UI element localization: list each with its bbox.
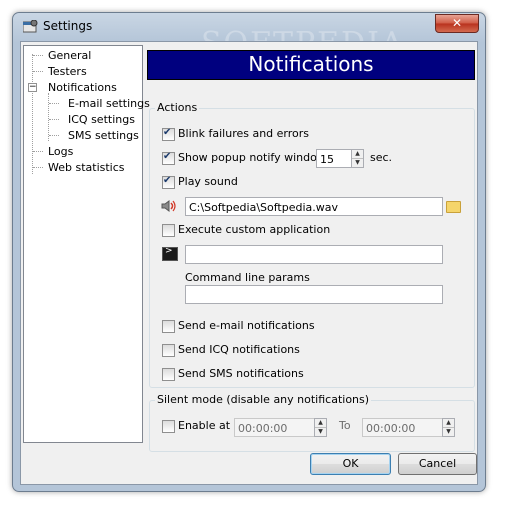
silent-from-spinner[interactable]: ▲ ▼ — [314, 418, 327, 437]
silent-mode-group-label: Silent mode (disable any notifications) — [155, 393, 372, 406]
silent-to-time-input[interactable]: 00:00:00 — [362, 418, 444, 437]
spin-down-icon[interactable]: ▼ — [315, 428, 326, 436]
page-title: Notifications — [147, 50, 475, 80]
send-email-label[interactable]: Send e-mail notifications — [178, 319, 315, 332]
blink-failures-label[interactable]: Blink failures and errors — [178, 127, 309, 140]
spin-down-icon[interactable]: ▼ — [443, 428, 454, 436]
title-bar[interactable]: Settings SOFTPEDIA ✕ — [13, 13, 485, 61]
blink-failures-checkbox[interactable] — [162, 127, 175, 141]
collapse-notifications-icon[interactable]: − — [28, 83, 37, 92]
tree-connector — [48, 93, 49, 141]
tree-item-icq-settings[interactable]: ICQ settings — [68, 112, 135, 127]
spin-down-icon[interactable]: ▼ — [352, 159, 363, 167]
spin-up-icon[interactable]: ▲ — [315, 419, 326, 428]
command-line-params-input[interactable] — [185, 285, 443, 304]
speaker-icon — [161, 200, 176, 212]
show-popup-label[interactable]: Show popup notify window — [178, 151, 326, 164]
settings-app-icon — [23, 20, 38, 33]
console-icon — [162, 246, 178, 261]
popup-seconds-input[interactable]: 15 — [316, 149, 352, 168]
custom-app-path-input[interactable] — [185, 245, 443, 264]
command-line-params-label: Command line params — [185, 271, 310, 284]
ok-button[interactable]: OK — [310, 453, 391, 475]
tree-connector — [33, 151, 43, 152]
send-icq-label[interactable]: Send ICQ notifications — [178, 343, 300, 356]
spin-up-icon[interactable]: ▲ — [443, 419, 454, 428]
silent-from-time-input[interactable]: 00:00:00 — [234, 418, 316, 437]
tree-connector — [49, 135, 59, 136]
window-title: Settings — [43, 19, 93, 33]
send-email-checkbox[interactable] — [162, 320, 175, 333]
tree-item-logs[interactable]: Logs — [48, 144, 73, 159]
play-sound-label[interactable]: Play sound — [178, 175, 238, 188]
send-icq-checkbox[interactable] — [162, 344, 175, 357]
tree-item-sms-settings[interactable]: SMS settings — [68, 128, 139, 143]
tree-connector — [33, 71, 43, 72]
enable-at-label[interactable]: Enable at — [178, 419, 230, 432]
settings-tree[interactable]: General Testers − Notifications E-mail s… — [23, 45, 150, 443]
silent-to-spinner[interactable]: ▲ ▼ — [442, 418, 455, 437]
spin-up-icon[interactable]: ▲ — [352, 150, 363, 159]
show-popup-checkbox[interactable] — [162, 151, 175, 165]
tree-item-testers[interactable]: Testers — [48, 64, 87, 79]
tree-item-web-statistics[interactable]: Web statistics — [48, 160, 125, 175]
browse-folder-icon[interactable] — [446, 201, 461, 213]
execute-custom-app-checkbox[interactable] — [162, 224, 175, 237]
send-sms-checkbox[interactable] — [162, 368, 175, 381]
tree-item-email-settings[interactable]: E-mail settings — [68, 96, 150, 111]
seconds-unit-label: sec. — [370, 151, 393, 164]
dialog-client-area: General Testers − Notifications E-mail s… — [20, 41, 478, 485]
send-sms-label[interactable]: Send SMS notifications — [178, 367, 304, 380]
sound-file-input[interactable]: C:\Softpedia\Softpedia.wav — [185, 197, 443, 216]
tree-connector — [33, 55, 43, 56]
tree-connector — [33, 167, 43, 168]
actions-group-label: Actions — [155, 101, 200, 114]
tree-connector — [32, 54, 33, 174]
tree-connector — [49, 119, 59, 120]
to-label: To — [339, 419, 351, 432]
tree-connector — [49, 103, 59, 104]
tree-item-notifications[interactable]: Notifications — [48, 80, 117, 95]
tree-item-general[interactable]: General — [48, 48, 91, 63]
cancel-button[interactable]: Cancel — [398, 453, 477, 475]
execute-custom-app-label[interactable]: Execute custom application — [178, 223, 330, 236]
close-button[interactable]: ✕ — [435, 14, 479, 33]
play-sound-checkbox[interactable] — [162, 175, 175, 189]
settings-window: Settings SOFTPEDIA ✕ General Testers − N… — [12, 12, 486, 492]
enable-silent-checkbox[interactable] — [162, 420, 175, 433]
popup-seconds-spinner[interactable]: ▲ ▼ — [351, 149, 364, 168]
